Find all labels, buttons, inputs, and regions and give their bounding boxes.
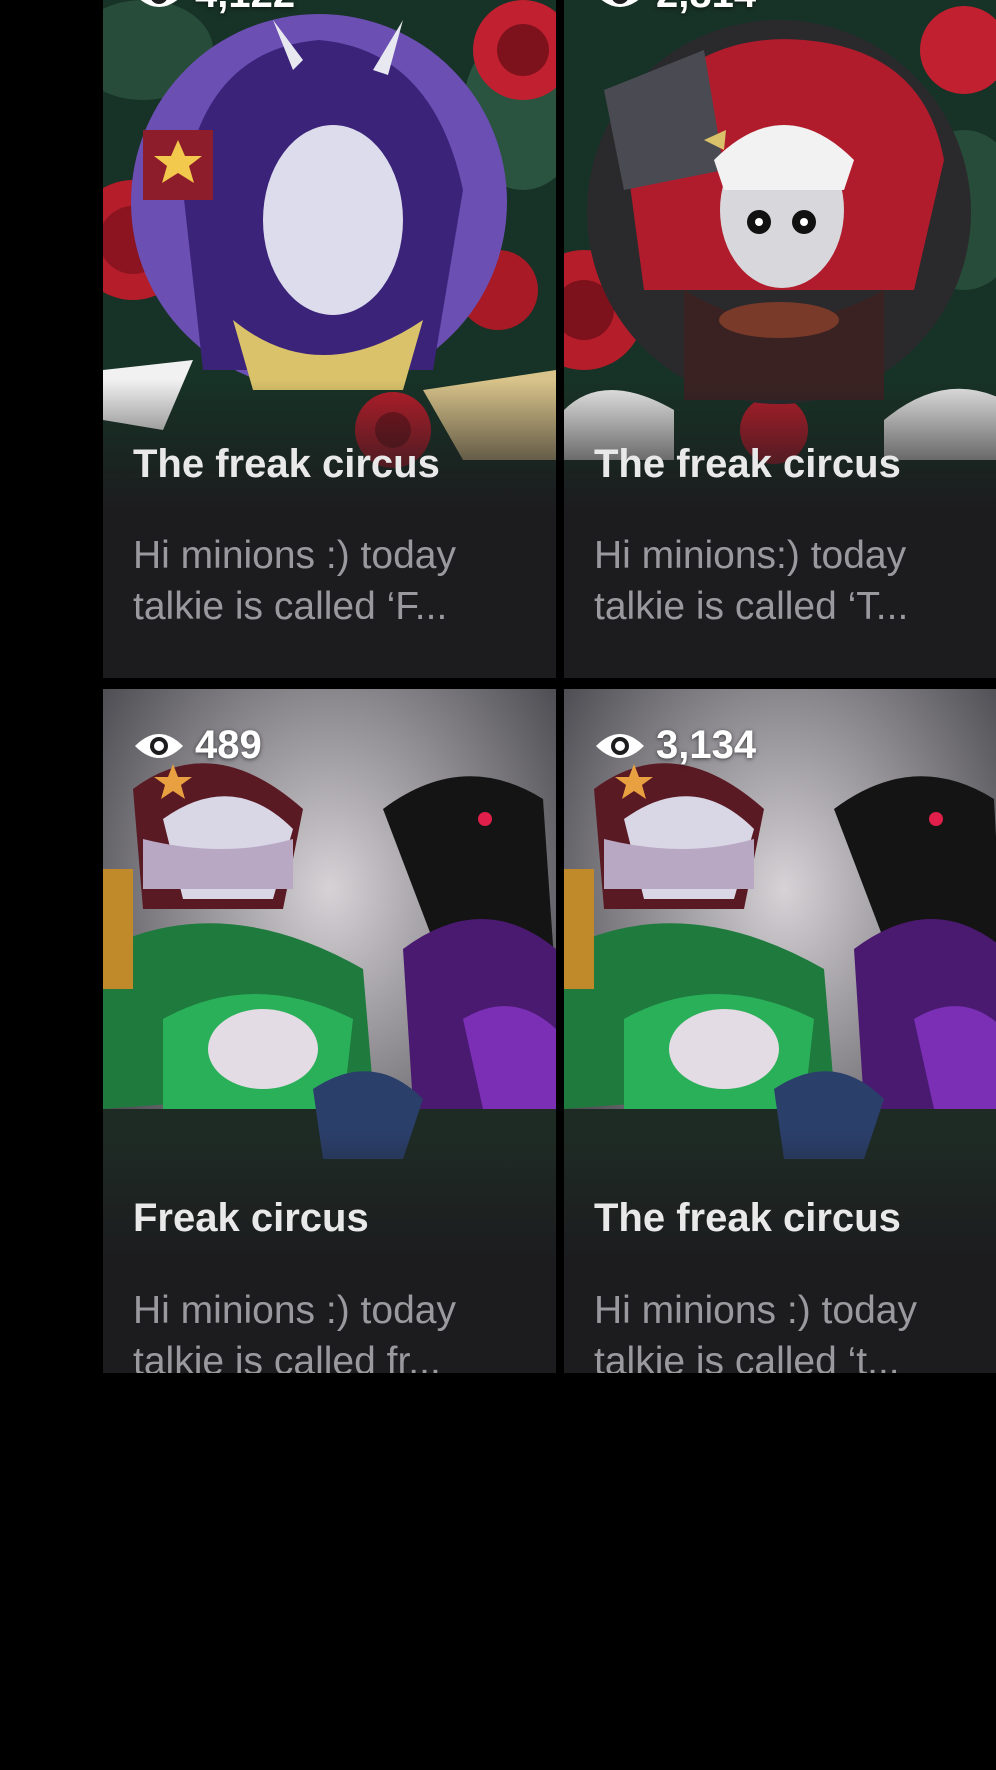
eye-icon [135, 733, 183, 758]
description-line: talkie is called ‘F... [133, 585, 448, 628]
talkie-card[interactable]: 3,134 The freak circus Hi minions :) tod… [564, 689, 996, 1373]
view-count: 4,122 [133, 0, 295, 17]
view-count-value: 4,122 [195, 0, 295, 17]
description-line: talkie is called ‘T... [594, 585, 909, 628]
talkie-title: The freak circus [594, 1196, 901, 1240]
view-count: 2,814 [594, 0, 756, 17]
talkie-thumbnail [564, 689, 996, 1261]
talkie-description: Hi minions :) today talkie is called ‘F.… [133, 530, 544, 632]
description-line: Hi minions :) today [133, 534, 456, 577]
talkie-card[interactable]: 489 Freak circus Hi minions :) today tal… [103, 689, 556, 1373]
talkie-title: The freak circus [133, 442, 440, 486]
eye-icon [141, 0, 177, 7]
description-line: Hi minions :) today [594, 1289, 917, 1332]
eye-icon [602, 0, 638, 7]
talkie-card[interactable]: 2,814 The freak circus Hi minions:) toda… [564, 0, 996, 678]
view-count-value: 489 [195, 723, 262, 767]
talkie-description: Hi minions:) today talkie is called ‘T..… [594, 530, 992, 632]
view-count-value: 2,814 [656, 0, 756, 17]
talkie-description: Hi minions :) today talkie is called fr.… [133, 1285, 544, 1373]
talkie-thumbnail [564, 0, 996, 510]
view-count: 489 [133, 723, 262, 768]
view-count: 3,134 [594, 723, 756, 768]
description-line: talkie is called fr... [133, 1340, 441, 1373]
talkie-title: Freak circus [133, 1196, 369, 1240]
talkie-description: Hi minions :) today talkie is called ‘t.… [594, 1285, 992, 1373]
view-count-value: 3,134 [656, 723, 757, 767]
description-line: Hi minions:) today [594, 534, 907, 577]
talkie-title: The freak circus [594, 442, 901, 486]
talkie-thumbnail [103, 0, 556, 510]
talkie-card[interactable]: 4,122 The freak circus Hi minions :) tod… [103, 0, 556, 678]
description-line: Hi minions :) today [133, 1289, 456, 1332]
eye-icon [596, 733, 644, 758]
talkie-feed-grid: 4,122 The freak circus Hi minions :) tod… [103, 0, 996, 1373]
talkie-thumbnail [103, 689, 556, 1261]
description-line: talkie is called ‘t... [594, 1340, 900, 1373]
